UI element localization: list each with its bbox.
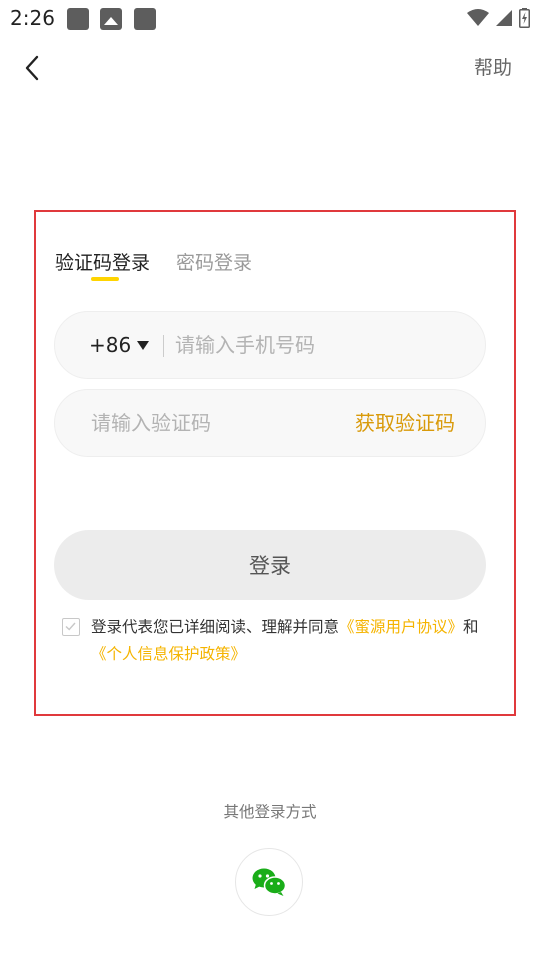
tab-password-login[interactable]: 密码登录 (176, 249, 252, 277)
phone-input[interactable] (175, 329, 465, 361)
back-button[interactable] (14, 50, 50, 86)
signal-icon (496, 10, 512, 26)
agreement-conjunction: 和 (463, 618, 479, 636)
user-agreement-link[interactable]: 《蜜源用户协议》 (339, 618, 463, 636)
wechat-login-button[interactable] (235, 848, 303, 916)
notification-icon (134, 8, 156, 30)
check-icon (65, 622, 76, 631)
verification-code-input[interactable] (91, 407, 331, 439)
image-notification-icon (100, 8, 122, 30)
phone-field: +86 (54, 311, 486, 379)
notification-icon (67, 8, 89, 30)
tab-sms-login[interactable]: 验证码登录 (55, 249, 150, 277)
help-link[interactable]: 帮助 (474, 55, 512, 81)
status-time: 2:26 (10, 6, 55, 30)
other-login-title: 其他登录方式 (223, 803, 317, 821)
wechat-icon (252, 868, 287, 896)
agreement-checkbox[interactable] (62, 618, 80, 636)
country-code-selector[interactable]: +86 (89, 332, 131, 358)
status-bar: 2:26 (0, 0, 540, 36)
login-button[interactable]: 登录 (54, 530, 486, 600)
status-indicators (467, 6, 530, 30)
privacy-policy-link[interactable]: 《个人信息保护政策》 (91, 645, 246, 663)
get-code-button[interactable]: 获取验证码 (355, 410, 455, 436)
active-tab-indicator (91, 277, 119, 281)
chevron-left-icon (25, 55, 39, 81)
agreement-prefix: 登录代表您已详细阅读、理解并同意 (91, 618, 340, 636)
divider (163, 335, 164, 357)
battery-icon (519, 8, 530, 28)
caret-down-icon[interactable] (137, 341, 149, 350)
code-field: 获取验证码 (54, 389, 486, 457)
wifi-icon (467, 9, 489, 26)
agreement-text: 登录代表您已详细阅读、理解并同意《蜜源用户协议》和《个人信息保护政策》 (91, 614, 487, 668)
